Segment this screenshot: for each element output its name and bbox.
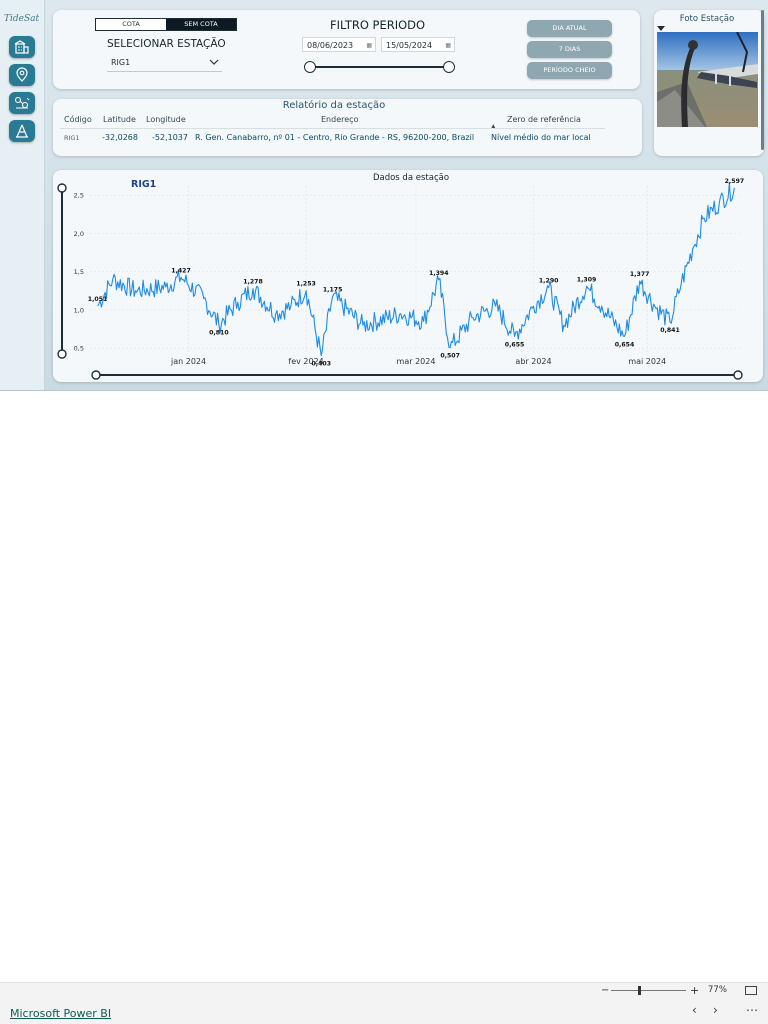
fit-page-icon[interactable] xyxy=(745,986,757,995)
data-label: 0,841 xyxy=(660,327,680,334)
data-label: 1,051 xyxy=(88,296,108,303)
data-label: 1,377 xyxy=(630,271,650,278)
data-label: 1,394 xyxy=(429,270,449,277)
data-label: 1,253 xyxy=(296,281,316,288)
zoom-in-button[interactable]: + xyxy=(690,984,699,997)
data-label: 0,654 xyxy=(615,341,635,348)
data-label: 0,655 xyxy=(505,341,525,348)
zoom-level: 77% xyxy=(708,985,727,995)
zoom-bar: − + 77% xyxy=(0,982,768,999)
zoom-slider-thumb[interactable] xyxy=(638,986,641,995)
zoom-out-button[interactable]: − xyxy=(601,985,609,996)
series-line xyxy=(97,182,735,357)
x-range-slider-start-handle xyxy=(91,370,101,380)
y-tick-label: 2,5 xyxy=(74,192,84,200)
x-tick-label: jan 2024 xyxy=(170,357,206,366)
y-tick-label: 2,0 xyxy=(74,230,84,238)
data-label: 1,290 xyxy=(539,278,559,285)
data-label: 0,507 xyxy=(440,353,460,360)
more-options-icon[interactable]: ⋯ xyxy=(746,1003,758,1017)
report-canvas: TideSat COTA SEM COTA SELECIONAR ESTAÇÃO… xyxy=(0,0,768,391)
y-range-slider-bottom-handle xyxy=(57,349,67,359)
x-tick-label: mar 2024 xyxy=(397,357,436,366)
data-label: 1,175 xyxy=(323,287,343,294)
previous-page-icon[interactable]: ‹ xyxy=(692,1003,697,1017)
powerbi-footer: Microsoft Power BI ‹ › ⋯ xyxy=(0,999,768,1024)
y-tick-label: 1,0 xyxy=(74,306,84,314)
powerbi-brand-link[interactable]: Microsoft Power BI xyxy=(10,1007,111,1020)
tide-line-chart[interactable]: 0,51,01,52,02,5jan 2024 fev 2024 mar 2024 a… xyxy=(0,0,768,390)
y-tick-label: 1,5 xyxy=(74,268,84,276)
data-label: 1,427 xyxy=(171,267,191,274)
x-range-slider-end-handle xyxy=(733,370,743,380)
next-page-icon[interactable]: › xyxy=(713,1003,718,1017)
x-tick-label: mai 2024 xyxy=(628,357,666,366)
y-tick-label: 0,5 xyxy=(74,345,84,353)
zoom-slider-track[interactable] xyxy=(611,990,686,991)
x-tick-label: abr 2024 xyxy=(515,357,551,366)
data-label: 0,403 xyxy=(311,361,331,368)
data-label: 2,597 xyxy=(725,178,745,185)
y-range-slider-top-handle xyxy=(57,183,67,193)
data-label: 1,309 xyxy=(577,276,597,283)
data-label: 0,810 xyxy=(209,329,229,336)
data-label: 1,278 xyxy=(243,279,263,286)
